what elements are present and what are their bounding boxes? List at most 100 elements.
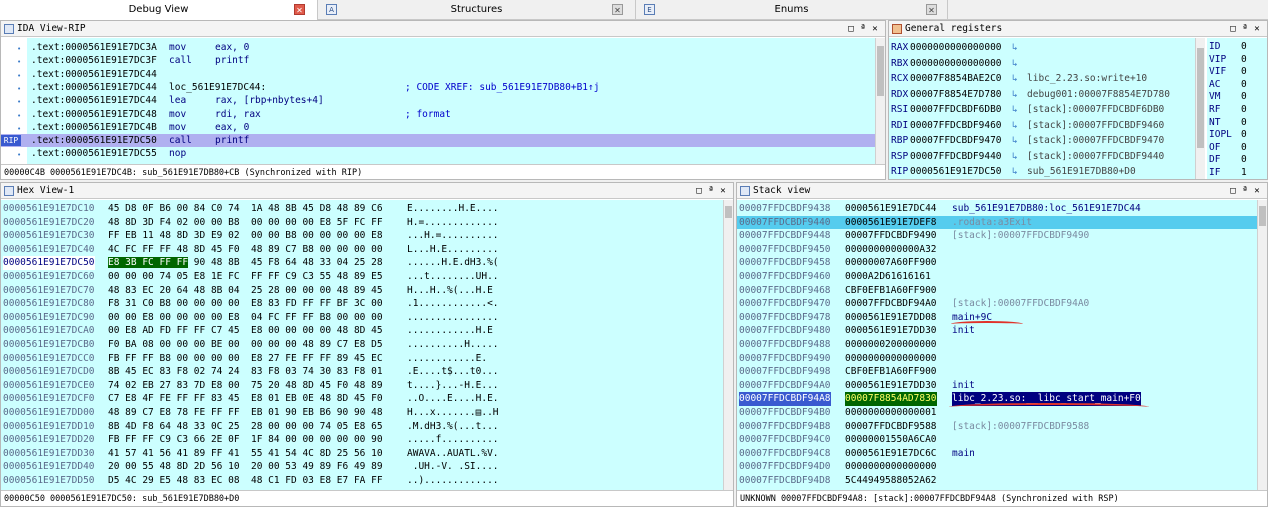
hex-ascii[interactable]: ......H.E.dH3.%( bbox=[407, 256, 499, 269]
operands[interactable]: eax, 0 bbox=[215, 41, 249, 54]
register-row[interactable]: RIP 0000561E91E7DC50 ↳ sub_561E91E7DB80+D0 bbox=[891, 165, 1191, 178]
operands[interactable]: rax, [rbp+nbytes+4] bbox=[215, 94, 324, 107]
register-row[interactable]: RAX 0000000000000000 ↳ bbox=[891, 41, 1191, 54]
stack-row[interactable]: 00007FFDCBDF9470 00007FFDCBDF94A0 [stack]:… bbox=[737, 297, 1257, 310]
hex-bytes[interactable]: E8 3B FC FF FF 90 48 8B 45 F8 64 48 33 0… bbox=[108, 256, 383, 269]
hex-ascii[interactable]: H...x.......▤..H bbox=[407, 406, 499, 419]
stack-value[interactable]: 5C44949588052A62 bbox=[845, 474, 937, 487]
register-value[interactable]: 00007FFDCBDF9460 bbox=[910, 119, 1002, 132]
disasm-line[interactable]: • .text:0000561E91E7DC55 nop bbox=[1, 147, 877, 160]
stack-row[interactable]: 00007FFDCBDF94C0 00000001550A6CA0 bbox=[737, 433, 1257, 446]
register-value[interactable]: 00007FFDCBDF9470 bbox=[910, 134, 1002, 147]
close-icon[interactable]: ✕ bbox=[926, 4, 937, 15]
stack-row[interactable]: 00007FFDCBDF94B8 00007FFDCBDF9588 [stack]:… bbox=[737, 420, 1257, 433]
hex-bytes[interactable]: 45 D8 0F B6 00 84 C0 74 1A 48 8B 45 D8 4… bbox=[108, 202, 383, 215]
hex-bytes[interactable]: 8B 45 EC 83 F8 02 74 24 83 F8 03 74 30 8… bbox=[108, 365, 383, 378]
register-value[interactable]: 00007F8854BAE2C0 bbox=[910, 72, 1002, 85]
jump-arrow-icon[interactable]: ↳ bbox=[1012, 119, 1018, 132]
flag-value[interactable]: 0 bbox=[1241, 117, 1247, 129]
operands[interactable]: eax, 0 bbox=[215, 121, 249, 134]
stack-row[interactable]: 00007FFDCBDF9468 CBF0EFB1A60FF900 bbox=[737, 284, 1257, 297]
hex-ascii[interactable]: ...t........UH.. bbox=[407, 270, 499, 283]
flag-row[interactable]: VIF 0 bbox=[1209, 66, 1265, 78]
register-row[interactable]: RSP 00007FFDCBDF9440 ↳ [stack]:00007FFDCBDF… bbox=[891, 150, 1191, 163]
hex-bytes[interactable]: FB FF FF B8 00 00 00 00 E8 27 FE FF FF 8… bbox=[108, 352, 383, 365]
hex-row[interactable]: 0000561E91E7DCB0 F0 BA 08 00 00 00 BE 00 … bbox=[1, 338, 721, 351]
stack-value[interactable]: 0000561E91E7DC6C bbox=[845, 447, 937, 460]
stack-row[interactable]: 00007FFDCBDF94D0 0000000000000000 bbox=[737, 460, 1257, 473]
hex-ascii[interactable]: E........H.E.... bbox=[407, 202, 499, 215]
disasm-line[interactable]: • .text:0000561E91E7DC48 mov rdi, rax; form… bbox=[1, 108, 877, 121]
hex-bytes[interactable]: 4C FC FF FF 48 8D 45 F0 48 89 C7 B8 00 0… bbox=[108, 243, 383, 256]
stack-value[interactable]: 0000561E91E7DC44 bbox=[845, 202, 937, 215]
hex-bytes[interactable]: FB FF FF C9 C3 66 2E 0F 1F 84 00 00 00 0… bbox=[108, 433, 383, 446]
register-value[interactable]: 0000000000000000 bbox=[910, 57, 1002, 70]
flag-value[interactable]: 0 bbox=[1241, 142, 1247, 154]
register-row[interactable]: RSI 00007FFDCBDF6DB0 ↳ [stack]:00007FFDCBDF… bbox=[891, 103, 1191, 116]
hex-row[interactable]: 0000561E91E7DCF0 C7 E8 4F FE FF FF 83 45 … bbox=[1, 392, 721, 405]
stack-row[interactable]: 00007FFDCBDF94C8 0000561E91E7DC6C main bbox=[737, 447, 1257, 460]
tab-debug-view[interactable]: Debug View ✕ bbox=[0, 0, 318, 20]
flag-value[interactable]: 0 bbox=[1241, 54, 1247, 66]
hex-bytes[interactable]: 8B 4D F8 64 48 33 0C 25 28 00 00 00 74 0… bbox=[108, 420, 383, 433]
flag-row[interactable]: RF 0 bbox=[1209, 104, 1265, 116]
stack-info[interactable]: [stack]:00007FFDCBDF94A0 bbox=[952, 297, 1089, 310]
tab-enums[interactable]: E Enums ✕ bbox=[636, 0, 948, 20]
stack-value[interactable]: 0000000000000A32 bbox=[845, 243, 937, 256]
hex-ascii[interactable]: ............E. bbox=[407, 352, 487, 365]
breakpoint-dot[interactable]: • bbox=[17, 149, 21, 162]
hex-row[interactable]: 0000561E91E7DD50 D5 4C 29 E5 48 83 EC 08 … bbox=[1, 474, 721, 487]
hex-bytes[interactable]: 48 89 C7 E8 78 FE FF FF EB 01 90 EB B6 9… bbox=[108, 406, 383, 419]
flag-value[interactable]: 0 bbox=[1241, 104, 1247, 116]
flag-value[interactable]: 1 bbox=[1241, 167, 1247, 179]
jump-arrow-icon[interactable]: ↳ bbox=[1012, 165, 1018, 178]
hex-ascii[interactable]: H...H..%(...H.E bbox=[407, 284, 493, 297]
hex-bytes[interactable]: 00 00 00 74 05 E8 1E FC FF FF C9 C3 55 4… bbox=[108, 270, 383, 283]
stack-value[interactable]: 0000561E91E7DD30 bbox=[845, 379, 937, 392]
jump-arrow-icon[interactable]: ↳ bbox=[1012, 57, 1018, 70]
hex-ascii[interactable]: L...H.E......... bbox=[407, 243, 499, 256]
stack-value[interactable]: 0000000000000000 bbox=[845, 460, 937, 473]
flag-row[interactable]: OF 0 bbox=[1209, 142, 1265, 154]
stack-info[interactable]: [stack]:00007FFDCBDF9588 bbox=[952, 420, 1089, 433]
flag-value[interactable]: 0 bbox=[1241, 79, 1247, 91]
disasm-line[interactable]: • .text:0000561E91E7DC44 lea rax, [rbp+nbyt… bbox=[1, 94, 877, 107]
stack-value[interactable]: 0000561E91E7DD30 bbox=[845, 324, 937, 337]
flag-row[interactable]: IOPL 0 bbox=[1209, 129, 1265, 141]
hex-bytes[interactable]: 48 83 EC 20 64 48 8B 04 25 28 00 00 00 4… bbox=[108, 284, 383, 297]
tab-structures[interactable]: A Structures ✕ bbox=[318, 0, 636, 20]
stack-value[interactable]: 00007FFDCBDF94A0 bbox=[845, 297, 937, 310]
stack-row[interactable]: 00007FFDCBDF9460 0000A2D61616161 bbox=[737, 270, 1257, 283]
hex-bytes[interactable]: 20 00 55 48 8D 2D 56 10 20 00 53 49 89 F… bbox=[108, 460, 383, 473]
stack-info[interactable]: main bbox=[952, 447, 975, 460]
restore-icon[interactable]: □ bbox=[845, 21, 857, 37]
hex-row[interactable]: 0000561E91E7DC50 E8 3B FC FF FF 90 48 8B … bbox=[1, 256, 721, 270]
hex-bytes[interactable]: 00 E8 AD FD FF FF C7 45 E8 00 00 00 00 4… bbox=[108, 324, 383, 337]
hex-ascii[interactable]: .....f.......... bbox=[407, 433, 499, 446]
close-icon[interactable]: ✕ bbox=[294, 4, 305, 15]
register-row[interactable]: RCX 00007F8854BAE2C0 ↳ libc_2.23.so:write+1… bbox=[891, 72, 1191, 85]
hex-row[interactable]: 0000561E91E7DD10 8B 4D F8 64 48 33 0C 25 … bbox=[1, 420, 721, 433]
float-icon[interactable]: ª bbox=[857, 21, 869, 37]
flag-row[interactable]: NT 0 bbox=[1209, 117, 1265, 129]
hex-ascii[interactable]: .UH.-V. .SI.... bbox=[407, 460, 499, 473]
flag-value[interactable]: 0 bbox=[1241, 129, 1247, 141]
disasm-line[interactable]: RIP .text:0000561E91E7DC50 call printf bbox=[1, 134, 877, 148]
jump-arrow-icon[interactable]: ↳ bbox=[1012, 103, 1018, 116]
flag-row[interactable]: ID 0 bbox=[1209, 41, 1265, 53]
hex-ascii[interactable]: H.=............. bbox=[407, 216, 499, 229]
flag-row[interactable]: AC 0 bbox=[1209, 79, 1265, 91]
disasm-line[interactable]: • .text:0000561E91E7DC4B mov eax, 0 bbox=[1, 121, 877, 134]
operands[interactable]: printf bbox=[215, 54, 249, 67]
stack-row[interactable]: 00007FFDCBDF9498 CBF0EFB1A60FF900 bbox=[737, 365, 1257, 378]
stack-value[interactable]: 0000A2D61616161 bbox=[845, 270, 931, 283]
restore-icon[interactable]: □ bbox=[1227, 21, 1239, 37]
stack-list[interactable]: 00007FFDCBDF9438 0000561E91E7DC44 sub_561E… bbox=[737, 200, 1257, 490]
register-row[interactable]: RBX 0000000000000000 ↳ bbox=[891, 57, 1191, 70]
close-icon[interactable]: ✕ bbox=[1251, 21, 1263, 37]
disassembly-view[interactable]: • .text:0000561E91E7DC3A mov eax, 0 • .text:0… bbox=[1, 38, 885, 164]
stack-info[interactable]: .rodata:a3Exit bbox=[952, 216, 1032, 229]
stack-value[interactable]: CBF0EFB1A60FF900 bbox=[845, 365, 937, 378]
hex-row[interactable]: 0000561E91E7DD30 41 57 41 56 41 89 FF 41 … bbox=[1, 447, 721, 460]
flag-row[interactable]: VIP 0 bbox=[1209, 54, 1265, 66]
